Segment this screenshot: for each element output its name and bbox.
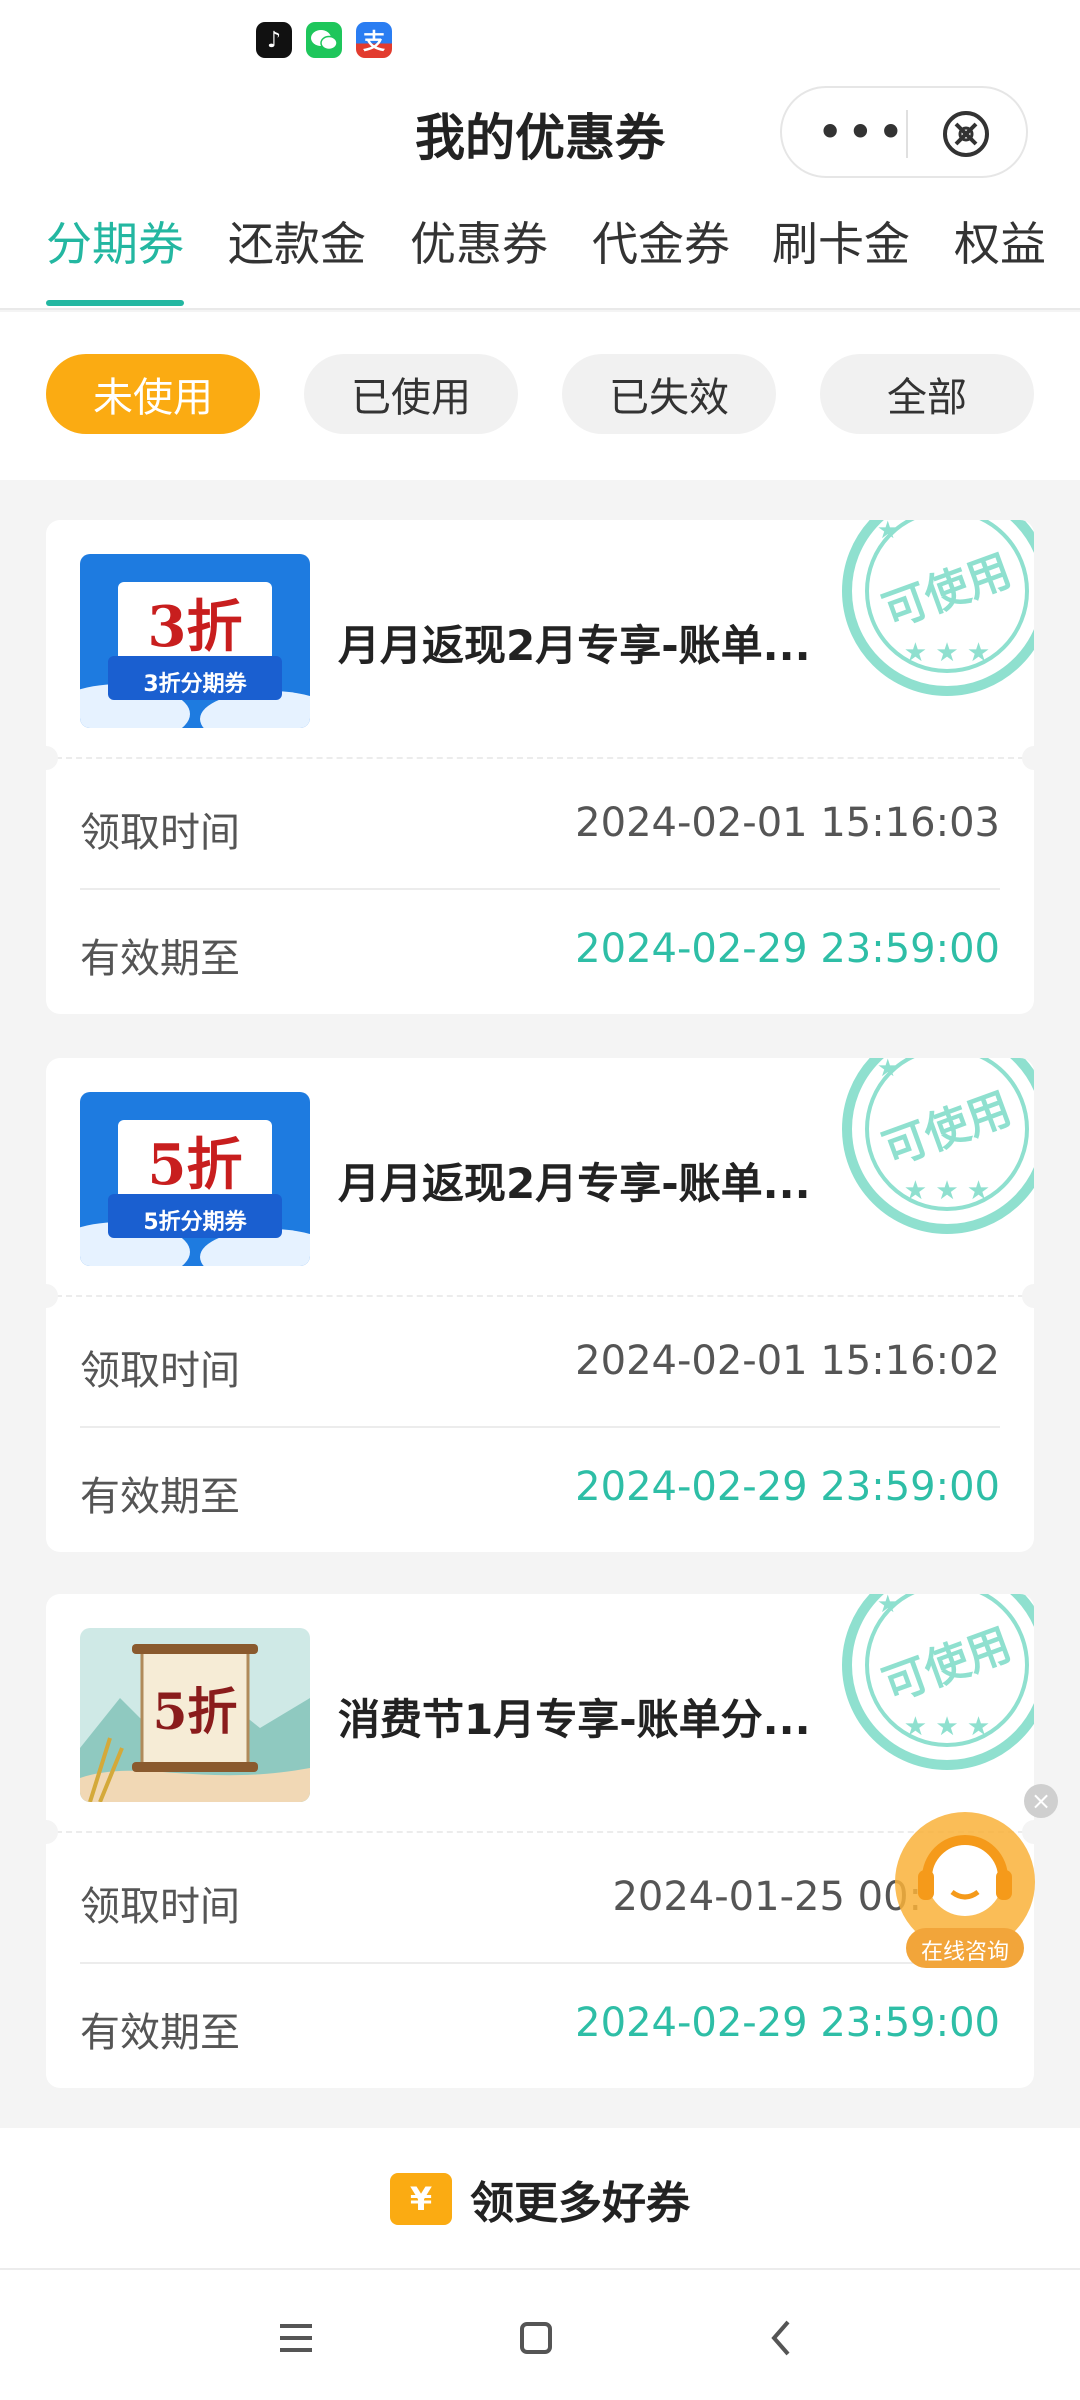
header: 我的优惠券 ••• (0, 80, 1080, 184)
filter-all[interactable]: 全部 (820, 354, 1034, 434)
status-bar: ♪ 支 (0, 0, 1080, 80)
tab-repayment-credit[interactable]: 还款金 (228, 208, 366, 274)
notification-icons: ♪ 支 (256, 22, 392, 58)
online-consult-button[interactable]: 在线咨询 (892, 1810, 1038, 1976)
get-more-coupons-bar[interactable]: ¥ 领更多好券 (0, 2128, 1080, 2270)
available-stamp-icon: 可使用 ★ ★ ★ ★ (842, 1058, 1034, 1234)
received-time-value: 2024-01-25 00: (612, 1874, 922, 1920)
valid-until-value: 2024-02-29 23:59:00 (575, 2000, 1000, 2046)
valid-until-label: 有效期至 (80, 1474, 240, 1520)
valid-until-value: 2024-02-29 23:59:00 (575, 926, 1000, 972)
svg-text:★ ★ ★: ★ ★ ★ (904, 1712, 990, 1742)
coupon-type-tabs: 分期券 还款金 优惠券 代金券 刷卡金 权益 (0, 184, 1080, 310)
filter-used[interactable]: 已使用 (304, 354, 518, 434)
coupon-name: 月月返现2月专享-账单... (338, 621, 811, 670)
system-nav-bar (0, 2270, 1080, 2400)
ticket-notch (46, 746, 58, 770)
ticket-notch (46, 1820, 58, 1844)
coupon-name: 月月返现2月专享-账单... (338, 1159, 811, 1208)
coupon-thumbnail: 5折 (80, 1628, 310, 1802)
get-more-coupons-label: 领更多好券 (470, 2178, 690, 2229)
filter-unused[interactable]: 未使用 (46, 354, 260, 434)
coupon-thumbnail: 5折 5折分期券 (80, 1092, 310, 1266)
received-time-value: 2024-02-01 15:16:03 (575, 800, 1000, 846)
tab-installment-coupon[interactable]: 分期券 (46, 208, 184, 274)
coupon-thumbnail: 3折 3折分期券 (80, 554, 310, 728)
thumb-discount-text: 5折 (147, 1132, 243, 1198)
stamp-text: 可使用 (876, 1083, 1017, 1176)
valid-until-label: 有效期至 (80, 936, 240, 982)
ticket-notch (1022, 1284, 1034, 1308)
coupon-page: ♪ 支 我的优惠券 ••• 分期券 还款金 优惠券 代金券 刷卡金 权益 未使用… (0, 0, 1080, 2400)
tab-card-cashback[interactable]: 刷卡金 (772, 208, 910, 274)
svg-text:★: ★ (877, 1594, 899, 1618)
home-icon[interactable] (506, 2308, 566, 2368)
thumb-caption: 3折分期券 (143, 672, 247, 697)
back-icon[interactable] (752, 2308, 812, 2368)
valid-until-value: 2024-02-29 23:59:00 (575, 1464, 1000, 1510)
thumb-caption: 5折分期券 (143, 1210, 247, 1235)
svg-text:★ ★ ★: ★ ★ ★ (904, 638, 990, 668)
status-filter-bar: 未使用 已使用 已失效 全部 (0, 312, 1080, 480)
svg-text:★: ★ (877, 520, 899, 544)
capsule-divider (906, 110, 908, 158)
thumb-discount-text: 5折 (152, 1682, 238, 1741)
received-time-label: 领取时间 (80, 1348, 240, 1394)
stamp-text: 可使用 (876, 1619, 1017, 1712)
valid-until-label: 有效期至 (80, 2010, 240, 2056)
row-divider (80, 1426, 1000, 1428)
available-stamp-icon: 可使用 ★ ★ ★ ★ (842, 520, 1034, 696)
coupon-name: 消费节1月专享-账单分... (338, 1695, 811, 1744)
received-time-label: 领取时间 (80, 1884, 240, 1930)
available-stamp-icon: 可使用 ★ ★ ★ ★ (842, 1594, 1034, 1770)
coupon-card[interactable]: 5折 5折分期券 月月返现2月专享-账单... 可使用 ★ ★ ★ ★ 领取时间… (46, 1058, 1034, 1552)
coupon-yen-icon: ¥ (390, 2173, 452, 2225)
tab-benefits[interactable]: 权益 (954, 208, 1046, 274)
tab-discount-coupon[interactable]: 优惠券 (410, 208, 548, 274)
svg-text:★ ★ ★: ★ ★ ★ (904, 1176, 990, 1206)
ticket-notch (46, 1284, 58, 1308)
mini-program-capsule: ••• (780, 86, 1028, 178)
online-consult-label: 在线咨询 (920, 1940, 1009, 1965)
tab-voucher[interactable]: 代金券 (592, 208, 730, 274)
filter-expired[interactable]: 已失效 (562, 354, 776, 434)
coupon-card[interactable]: 5折 消费节1月专享-账单分... 可使用 ★ ★ ★ ★ 领取时间 2024-… (46, 1594, 1034, 2088)
received-time-label: 领取时间 (80, 810, 240, 856)
close-mini-program-icon[interactable] (940, 108, 992, 160)
alipay-icon: 支 (356, 22, 392, 58)
row-divider (80, 888, 1000, 890)
perforation-line (46, 1295, 1034, 1297)
perforation-line (46, 1831, 1034, 1833)
more-dots-icon[interactable]: ••• (818, 112, 909, 152)
coupon-card[interactable]: 3折 3折分期券 月月返现2月专享-账单... 可使用 ★ ★ ★ ★ 领取时间… (46, 520, 1034, 1014)
row-divider (80, 1962, 1000, 1964)
menu-icon[interactable] (266, 2308, 326, 2368)
active-tab-indicator (46, 300, 184, 306)
ticket-notch (1022, 746, 1034, 770)
thumb-discount-text: 3折 (147, 594, 243, 660)
tiktok-icon: ♪ (256, 22, 292, 58)
received-time-value: 2024-02-01 15:16:02 (575, 1338, 1000, 1384)
perforation-line (46, 757, 1034, 759)
stamp-text: 可使用 (876, 545, 1017, 638)
svg-text:★: ★ (877, 1058, 899, 1082)
wechat-icon (306, 22, 342, 58)
